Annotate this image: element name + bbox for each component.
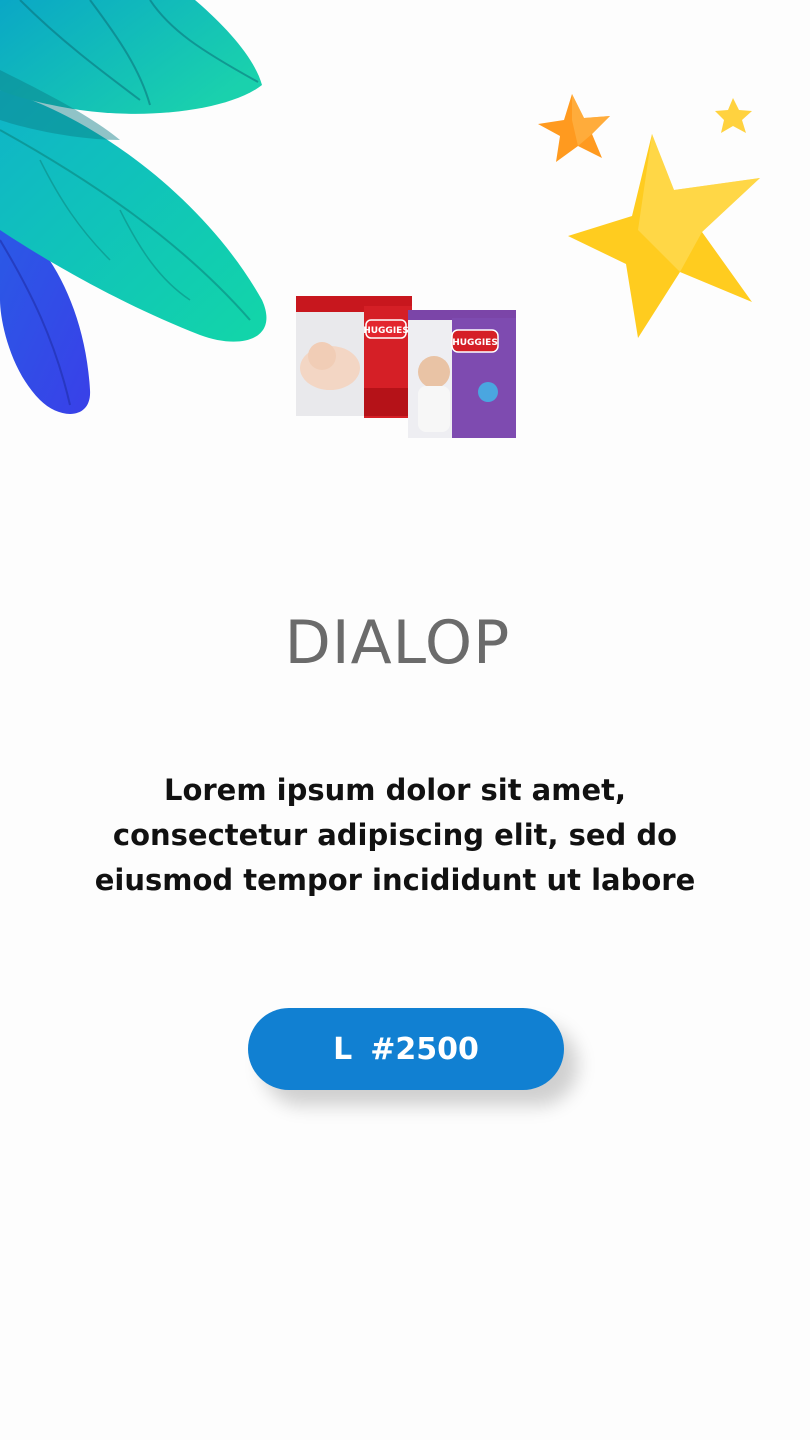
page-title: DIALOP — [284, 608, 511, 678]
price-amount: #2500 — [370, 1031, 479, 1067]
brand-text-left: HUGGIES — [363, 326, 409, 336]
brand-text-right: HUGGIES — [452, 338, 498, 348]
stars-illustration-icon — [538, 94, 760, 338]
price-button[interactable]: L #2500 — [248, 1008, 564, 1090]
leaves-illustration-icon — [0, 0, 267, 414]
price-currency: L — [333, 1031, 353, 1067]
product-description: Lorem ipsum dolor sit amet, consectetur … — [94, 773, 696, 897]
product-screen: HUGGIES HUGGIES DIALOP Lorem ipsum dolor… — [0, 0, 810, 1440]
product-image: HUGGIES HUGGIES — [296, 296, 516, 438]
